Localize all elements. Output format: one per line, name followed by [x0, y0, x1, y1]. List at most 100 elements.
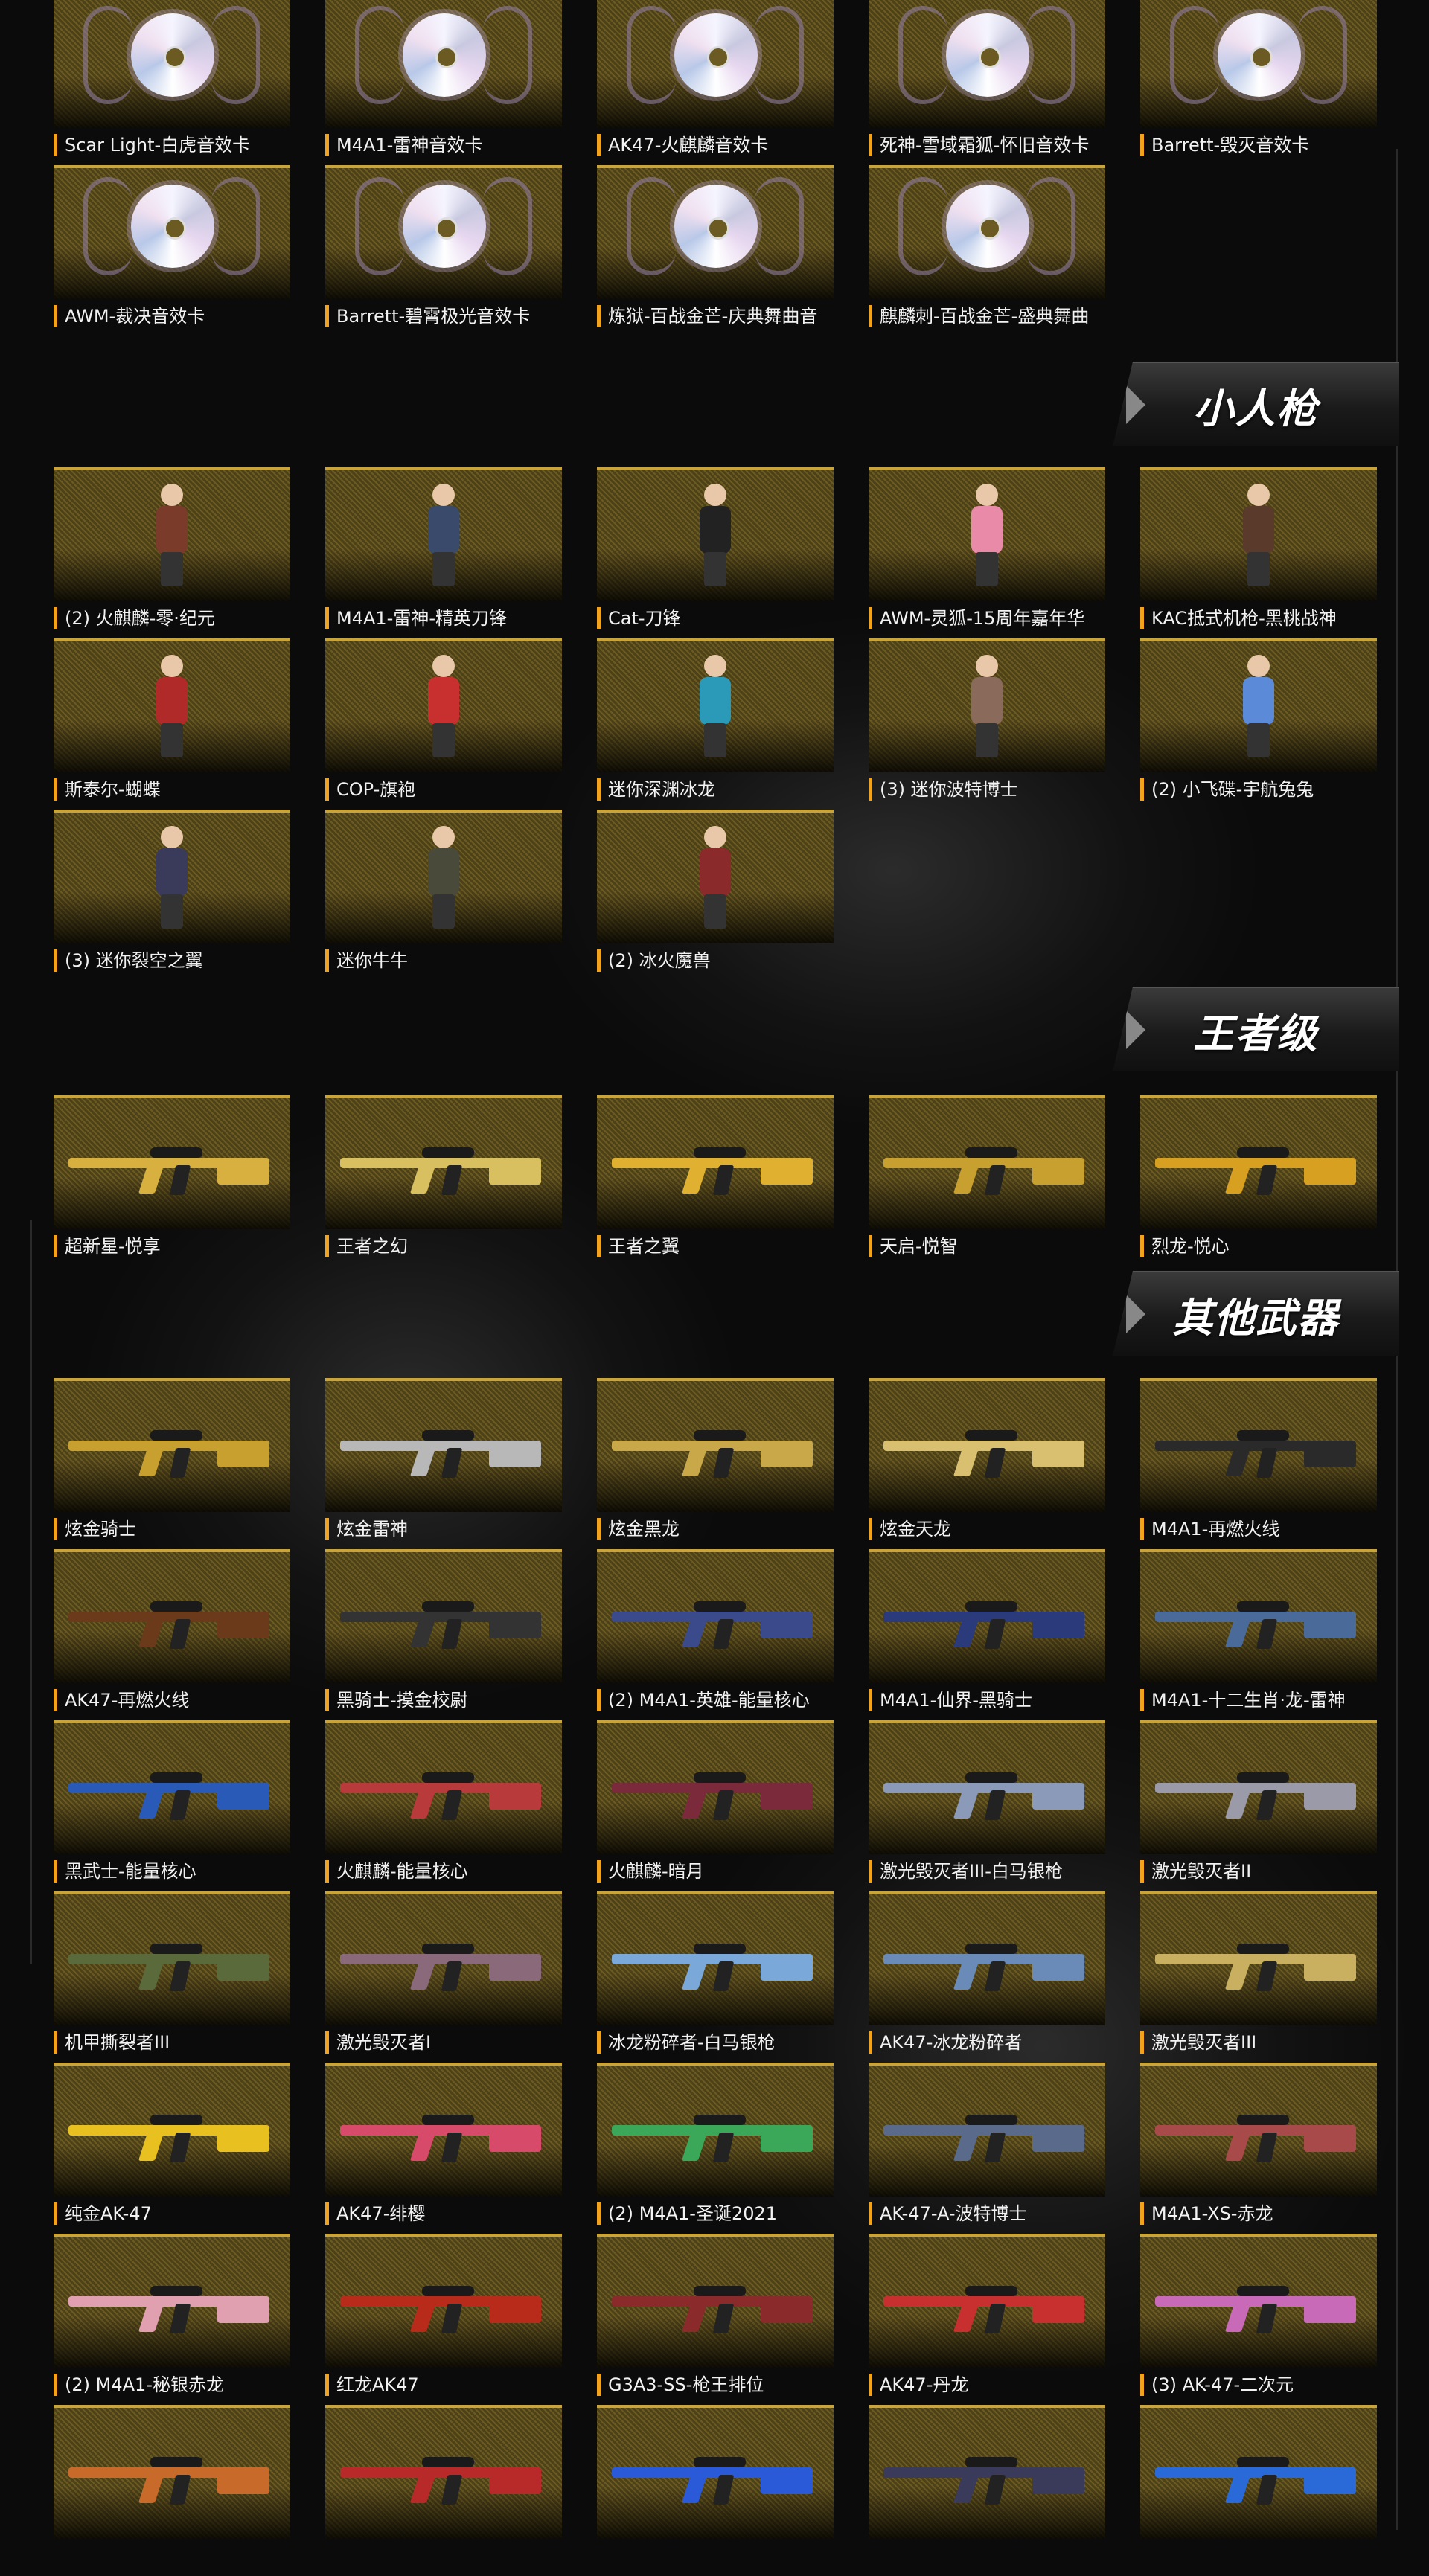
item-card[interactable]: M4A1-雷神音效卡: [325, 0, 562, 165]
item-card[interactable]: 激光毁灭者I: [325, 1891, 562, 2063]
music-note-icon: [483, 6, 532, 104]
item-card[interactable]: 冰龙粉碎者-白马银枪: [597, 1891, 834, 2063]
item-card[interactable]: AK47-火麒麟音效卡: [597, 0, 834, 165]
item-card[interactable]: 超新星-悦享: [54, 1095, 290, 1266]
weapon-icon: [883, 1941, 1092, 1993]
item-card[interactable]: M4A1-再燃火线: [1140, 1378, 1377, 1549]
item-card[interactable]: (2) 冰火魔兽: [597, 810, 834, 981]
item-card[interactable]: 天启-悦智: [869, 1095, 1105, 1266]
item-card[interactable]: [54, 2405, 290, 2576]
item-thumbnail: [869, 467, 1105, 601]
weapon-icon: [883, 2454, 1092, 2506]
item-card[interactable]: 激光毁灭者II: [1140, 1720, 1377, 1891]
item-card[interactable]: M4A1-雷神-精英刀锋: [325, 467, 562, 638]
item-thumbnail: [325, 467, 562, 601]
item-card[interactable]: 迷你牛牛: [325, 810, 562, 981]
item-card[interactable]: (3) 迷你裂空之翼: [54, 810, 290, 981]
item-thumbnail: [325, 810, 562, 943]
item-card[interactable]: (2) 小飞碟-宇航兔兔: [1140, 638, 1377, 810]
item-card[interactable]: 炫金骑士: [54, 1378, 290, 1549]
figure-icon: [694, 655, 737, 759]
disc-icon: [946, 185, 1029, 268]
figure-icon: [422, 655, 465, 759]
item-card[interactable]: 黑骑士-摸金校尉: [325, 1549, 562, 1720]
item-thumbnail: [597, 467, 834, 601]
item-card[interactable]: 激光毁灭者III: [1140, 1891, 1377, 2063]
weapon-icon: [340, 2112, 549, 2164]
item-label: KAC抵式机枪-黑桃战神: [1140, 607, 1377, 629]
item-card[interactable]: [325, 2405, 562, 2576]
item-card[interactable]: [597, 2405, 834, 2576]
item-card[interactable]: 王者之幻: [325, 1095, 562, 1266]
figure-icon: [1237, 655, 1280, 759]
item-label: Barrett-毁灭音效卡: [1140, 134, 1377, 156]
item-label: 麒麟刺-百战金芒-盛典舞曲: [869, 305, 1105, 327]
item-card[interactable]: 炫金黑龙: [597, 1378, 834, 1549]
music-note-icon: [211, 6, 260, 104]
item-card[interactable]: 烈龙-悦心: [1140, 1095, 1377, 1266]
item-card[interactable]: (2) M4A1-圣诞2021: [597, 2063, 834, 2234]
item-card[interactable]: 死神-雪域霜狐-怀旧音效卡: [869, 0, 1105, 165]
item-card[interactable]: (3) 迷你波特博士: [869, 638, 1105, 810]
item-card[interactable]: AK47-丹龙: [869, 2234, 1105, 2405]
item-card[interactable]: (2) 火麒麟-零·纪元: [54, 467, 290, 638]
mini-figure-grid: (2) 火麒麟-零·纪元 M4A1-雷神-精英刀锋 Cat-刀锋 AWM-灵狐-15周…: [54, 467, 1377, 981]
item-card[interactable]: Barrett-碧霄极光音效卡: [325, 165, 562, 336]
item-card[interactable]: [1140, 2405, 1377, 2576]
music-note-icon: [1298, 6, 1347, 104]
item-card[interactable]: 纯金AK-47: [54, 2063, 290, 2234]
music-card-grid: Scar Light-白虎音效卡 M4A1-雷神音效卡 AK47-火麒麟音效卡 死神-…: [54, 0, 1377, 336]
weapon-icon: [883, 2112, 1092, 2164]
item-card[interactable]: 迷你深渊冰龙: [597, 638, 834, 810]
item-card[interactable]: 炫金雷神: [325, 1378, 562, 1549]
music-note-icon: [355, 177, 404, 275]
item-card[interactable]: (3) AK-47-二次元: [1140, 2234, 1377, 2405]
item-card[interactable]: G3A3-SS-枪王排位: [597, 2234, 834, 2405]
item-card[interactable]: M4A1-XS-赤龙: [1140, 2063, 1377, 2234]
item-card[interactable]: AK-47-A-波特博士: [869, 2063, 1105, 2234]
weapon-icon: [612, 1144, 820, 1196]
item-card[interactable]: 机甲撕裂者III: [54, 1891, 290, 2063]
item-card[interactable]: 王者之翼: [597, 1095, 834, 1266]
item-card[interactable]: Barrett-毁灭音效卡: [1140, 0, 1377, 165]
item-card[interactable]: AK47-绯樱: [325, 2063, 562, 2234]
item-label: 激光毁灭者III-白马银枪: [869, 1860, 1105, 1883]
weapon-icon: [612, 1598, 820, 1650]
weapon-icon: [68, 2112, 277, 2164]
item-card[interactable]: Cat-刀锋: [597, 467, 834, 638]
item-thumbnail: [869, 1891, 1105, 2025]
item-card[interactable]: 火麒麟-暗月: [597, 1720, 834, 1891]
item-card[interactable]: 斯泰尔-蝴蝶: [54, 638, 290, 810]
item-label: AK47-再燃火线: [54, 1689, 290, 1711]
item-label: 迷你深渊冰龙: [597, 778, 834, 801]
item-card[interactable]: Scar Light-白虎音效卡: [54, 0, 290, 165]
item-card[interactable]: [869, 2405, 1105, 2576]
item-card[interactable]: AWM-裁决音效卡: [54, 165, 290, 336]
section-title: 王者级: [1193, 1010, 1319, 1057]
item-card[interactable]: COP-旗袍: [325, 638, 562, 810]
item-label: 炫金黑龙: [597, 1518, 834, 1540]
weapon-icon: [612, 2454, 820, 2506]
item-label: 迷你牛牛: [325, 949, 562, 972]
item-label: 纯金AK-47: [54, 2202, 290, 2225]
item-card[interactable]: 激光毁灭者III-白马银枪: [869, 1720, 1105, 1891]
item-card[interactable]: 红龙AK47: [325, 2234, 562, 2405]
item-card[interactable]: 炼狱-百战金芒-庆典舞曲音: [597, 165, 834, 336]
item-card[interactable]: AK47-再燃火线: [54, 1549, 290, 1720]
figure-icon: [150, 655, 194, 759]
weapon-icon: [883, 2283, 1092, 2335]
item-card[interactable]: KAC抵式机枪-黑桃战神: [1140, 467, 1377, 638]
item-card[interactable]: (2) M4A1-秘银赤龙: [54, 2234, 290, 2405]
item-card[interactable]: 火麒麟-能量核心: [325, 1720, 562, 1891]
item-card[interactable]: (2) M4A1-英雄-能量核心: [597, 1549, 834, 1720]
figure-icon: [965, 655, 1008, 759]
item-card[interactable]: 麒麟刺-百战金芒-盛典舞曲: [869, 165, 1105, 336]
item-card[interactable]: M4A1-仙界-黑骑士: [869, 1549, 1105, 1720]
figure-icon: [1237, 484, 1280, 588]
item-card[interactable]: M4A1-十二生肖·龙-雷神: [1140, 1549, 1377, 1720]
item-card[interactable]: AK47-冰龙粉碎者: [869, 1891, 1105, 2063]
item-card[interactable]: 黑武士-能量核心: [54, 1720, 290, 1891]
item-card[interactable]: AWM-灵狐-15周年嘉年华: [869, 467, 1105, 638]
disc-icon: [1218, 13, 1301, 97]
item-card[interactable]: 炫金天龙: [869, 1378, 1105, 1549]
